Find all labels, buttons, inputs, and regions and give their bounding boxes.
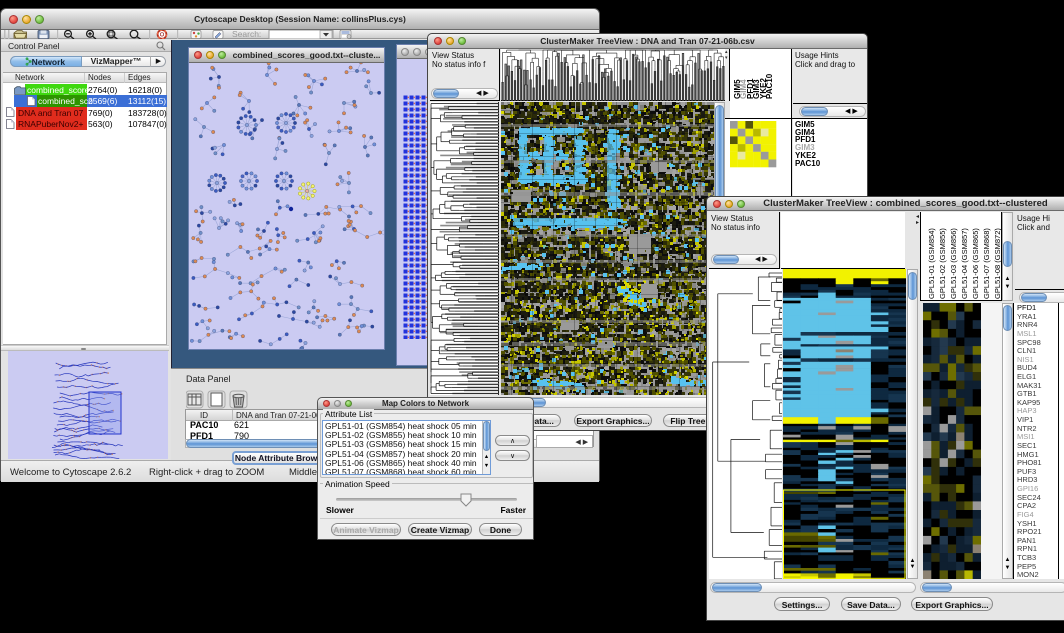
svg-text:Search:: Search:	[232, 30, 261, 39]
